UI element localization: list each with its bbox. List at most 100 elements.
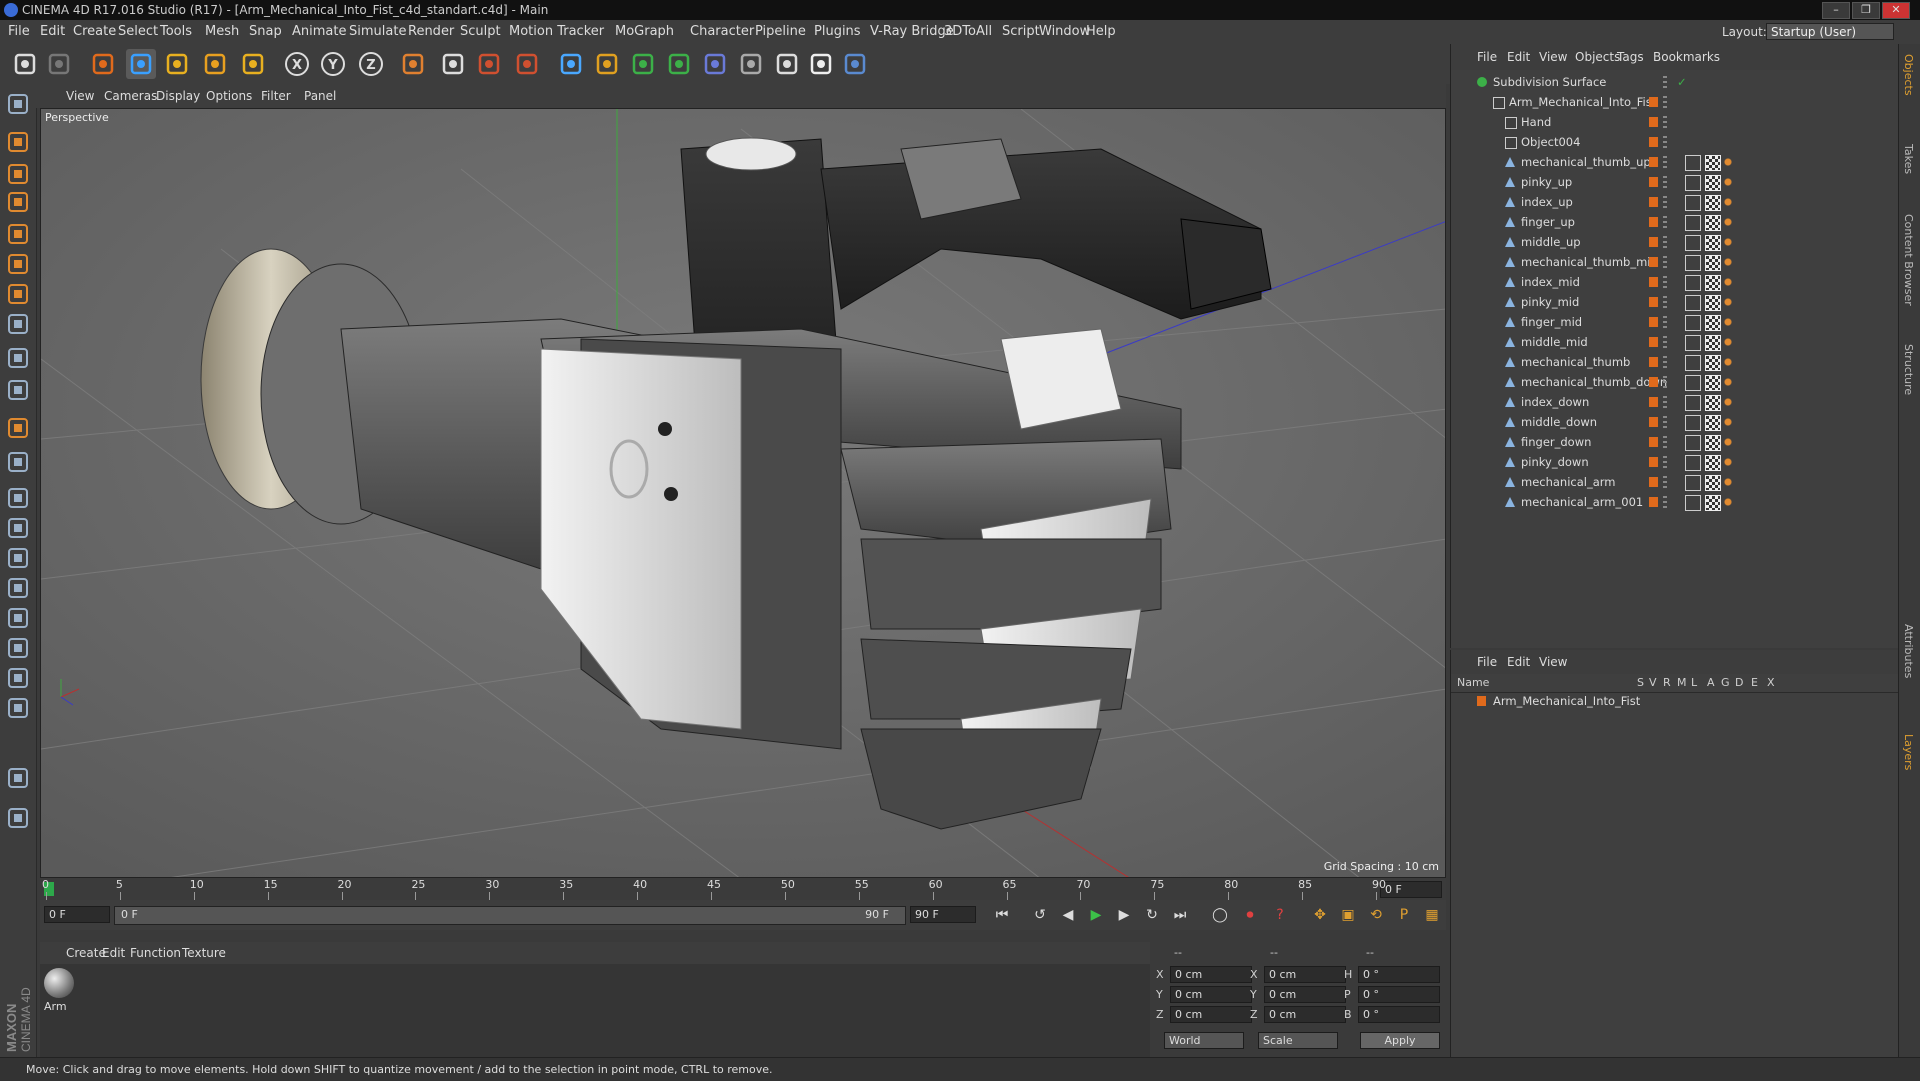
layer-color-swatch[interactable] — [1649, 437, 1658, 447]
visibility-toggle-icon[interactable] — [1663, 196, 1667, 208]
layer-menu-view[interactable]: View — [1539, 650, 1567, 674]
phong-tag-icon[interactable] — [1685, 195, 1701, 211]
layer-color-swatch[interactable] — [1649, 277, 1658, 287]
current-frame-field[interactable]: 0 F — [1380, 881, 1442, 898]
texture-tag-icon[interactable] — [1705, 155, 1721, 171]
lock-workplane-icon[interactable] — [4, 764, 32, 792]
texture-tag-icon[interactable] — [1705, 215, 1721, 231]
right-tab-content-browser[interactable]: Content Browser — [1902, 214, 1915, 306]
object-menu-tags[interactable]: Tags — [1617, 44, 1644, 70]
visibility-toggle-icon[interactable] — [1663, 176, 1667, 188]
coord-value-field[interactable]: 0 ° — [1358, 1006, 1440, 1023]
coord-value-field[interactable]: 0 cm — [1170, 986, 1252, 1003]
material-tag-icon[interactable] — [1721, 235, 1735, 249]
coord-value-field[interactable]: 0 cm — [1264, 966, 1346, 983]
layer-color-swatch[interactable] — [1649, 97, 1658, 107]
right-tab-takes[interactable]: Takes — [1902, 144, 1915, 174]
material-tag-icon[interactable] — [1721, 415, 1735, 429]
phong-tag-icon[interactable] — [1685, 235, 1701, 251]
python-icon[interactable] — [4, 804, 32, 832]
object-row[interactable]: mechanical_thumb_up — [1451, 152, 1899, 172]
visibility-toggle-icon[interactable] — [1663, 456, 1667, 468]
rotate-key-icon[interactable]: ⟲ — [1364, 905, 1388, 925]
phong-tag-icon[interactable] — [1685, 335, 1701, 351]
menu-v-ray-bridge[interactable]: V-Ray Bridge — [870, 20, 954, 44]
material-menu-create[interactable]: Create — [66, 942, 106, 964]
material-menu-edit[interactable]: Edit — [102, 942, 125, 964]
phong-tag-icon[interactable] — [1685, 395, 1701, 411]
visibility-toggle-icon[interactable] — [1663, 296, 1667, 308]
phong-tag-icon[interactable] — [1685, 255, 1701, 271]
visibility-toggle-icon[interactable] — [1663, 136, 1667, 148]
menu-mesh[interactable]: Mesh — [205, 20, 239, 44]
menu-pipeline[interactable]: Pipeline — [755, 20, 806, 44]
texture-tag-icon[interactable] — [1705, 375, 1721, 391]
coord-value-field[interactable]: 0 cm — [1264, 1006, 1346, 1023]
layer-color-swatch[interactable] — [1649, 117, 1658, 127]
record-icon[interactable]: ◯ — [1208, 905, 1232, 925]
play-icon[interactable]: ▶ — [1084, 905, 1108, 925]
brush-1-icon[interactable] — [4, 484, 32, 512]
python-icon[interactable] — [840, 49, 870, 79]
material-tag-icon[interactable] — [1721, 215, 1735, 229]
coord-value-field[interactable]: 0 cm — [1170, 966, 1252, 983]
layer-menu-edit[interactable]: Edit — [1507, 650, 1530, 674]
layer-row[interactable]: Arm_Mechanical_Into_Fist — [1451, 692, 1899, 710]
phong-tag-icon[interactable] — [1685, 495, 1701, 511]
prev-frame-icon[interactable]: ◀ — [1056, 905, 1080, 925]
phong-tag-icon[interactable] — [1685, 215, 1701, 231]
object-row[interactable]: middle_down — [1451, 412, 1899, 432]
phong-tag-icon[interactable] — [1685, 475, 1701, 491]
object-row[interactable]: Object004 — [1451, 132, 1899, 152]
snap-icon[interactable] — [4, 448, 32, 476]
menu-animate[interactable]: Animate — [292, 20, 346, 44]
x-axis-icon[interactable]: X — [282, 49, 312, 79]
brush-4-icon[interactable] — [4, 574, 32, 602]
phong-tag-icon[interactable] — [1685, 415, 1701, 431]
object-row[interactable]: finger_down — [1451, 432, 1899, 452]
axis-mode-icon[interactable] — [4, 310, 32, 338]
brush-5-icon[interactable] — [4, 604, 32, 632]
menu-window[interactable]: Window — [1039, 20, 1090, 44]
close-button[interactable]: ✕ — [1882, 2, 1910, 19]
object-row[interactable]: middle_mid — [1451, 332, 1899, 352]
texture-tag-icon[interactable] — [1705, 195, 1721, 211]
tweak-mode-icon[interactable] — [4, 344, 32, 372]
texture-tag-icon[interactable] — [1705, 175, 1721, 191]
object-menu-edit[interactable]: Edit — [1507, 44, 1530, 70]
layer-color-swatch[interactable] — [1649, 217, 1658, 227]
go-to-end-icon[interactable]: ⏭ — [1168, 905, 1192, 925]
menu-select[interactable]: Select — [118, 20, 158, 44]
menu-sculpt[interactable]: Sculpt — [460, 20, 501, 44]
layer-column-name[interactable]: Name — [1457, 674, 1489, 692]
texture-tag-icon[interactable] — [1705, 315, 1721, 331]
camera-icon[interactable] — [772, 49, 802, 79]
maximize-button[interactable]: ❐ — [1852, 2, 1880, 19]
layer-column-e[interactable]: E — [1751, 674, 1758, 692]
go-to-start-icon[interactable]: ⏮ — [990, 905, 1014, 925]
layout-select[interactable]: Startup (User) — [1766, 23, 1894, 40]
sculpt-icon[interactable] — [4, 376, 32, 404]
layer-color-swatch[interactable] — [1649, 177, 1658, 187]
visibility-toggle-icon[interactable] — [1663, 96, 1667, 108]
object-row[interactable]: mechanical_thumb_down — [1451, 372, 1899, 392]
range-slider[interactable]: 0 F 90 F — [114, 906, 906, 925]
texture-tag-icon[interactable] — [1705, 335, 1721, 351]
viewport-menu-options[interactable]: Options — [206, 84, 252, 108]
right-tab-objects[interactable]: Objects — [1902, 54, 1915, 96]
undo-icon[interactable] — [10, 49, 40, 79]
array-icon[interactable] — [664, 49, 694, 79]
end-frame-field[interactable]: 90 F — [910, 906, 976, 923]
material-tag-icon[interactable] — [1721, 355, 1735, 369]
visibility-toggle-icon[interactable] — [1663, 316, 1667, 328]
model-mode-icon[interactable] — [4, 90, 32, 118]
menu-help[interactable]: Help — [1086, 20, 1116, 44]
material-tag-icon[interactable] — [1721, 395, 1735, 409]
object-row[interactable]: pinky_down — [1451, 452, 1899, 472]
keyframe-selection-icon[interactable]: ? — [1268, 905, 1292, 925]
layer-column-r[interactable]: R — [1663, 674, 1671, 692]
menu-simulate[interactable]: Simulate — [349, 20, 406, 44]
layer-color-swatch[interactable] — [1649, 417, 1658, 427]
brush-6-icon[interactable] — [4, 634, 32, 662]
menu-snap[interactable]: Snap — [249, 20, 282, 44]
